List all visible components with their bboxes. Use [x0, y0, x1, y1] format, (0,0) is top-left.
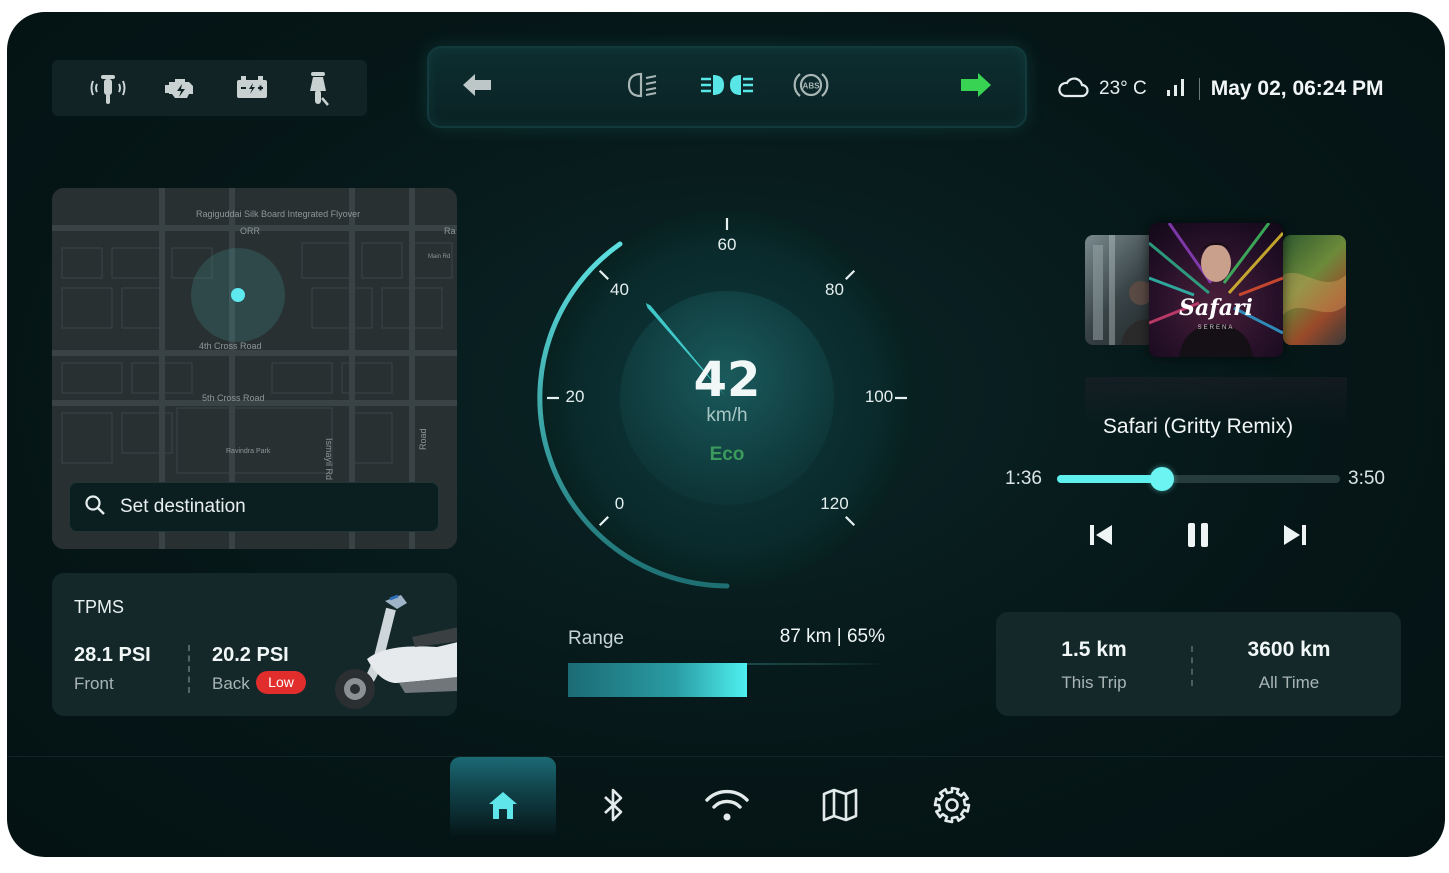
nav-wifi[interactable] — [674, 757, 780, 857]
map-label-main-rd: Main Rd — [428, 254, 451, 260]
map-label-orr: ORR — [240, 226, 260, 236]
dashboard-screen: ABS 23° C May 02, 06:24 PM Ragiguddai Si… — [7, 12, 1445, 857]
gauge-tick-label-60: 60 — [717, 235, 737, 254]
range-value: 87 km | 65% — [779, 626, 885, 647]
arrow-right-icon — [959, 71, 993, 103]
scooter-stand-icon — [304, 68, 332, 108]
wifi-icon — [704, 788, 750, 826]
map-label-flyover: Ragiguddai Silk Board Integrated Flyover — [196, 209, 361, 219]
map-label-ismayil: Ismayil Rd — [324, 438, 334, 481]
trip-distance: 1.5 km — [1061, 638, 1127, 661]
skip-next-icon — [1281, 523, 1309, 551]
settings-icon — [932, 785, 972, 829]
cloud-icon — [1057, 75, 1089, 103]
tpms-divider — [188, 645, 190, 693]
album-cover-next[interactable] — [1283, 235, 1346, 345]
seek-bar[interactable] — [1057, 467, 1340, 491]
parking-light-icon — [699, 71, 755, 103]
engine-warning-icon — [163, 72, 199, 104]
tpms-title: TPMS — [74, 597, 125, 617]
album-artist-text: SERENA — [1198, 325, 1235, 331]
total-distance-label: All Time — [1258, 673, 1320, 692]
tpms-card: TPMS 28.1 PSI Front 20.2 PSI Back Low — [52, 573, 457, 716]
speed-unit: km/h — [706, 405, 748, 426]
destination-search[interactable]: Set destination — [69, 482, 439, 532]
map-label-ra: Ra — [444, 226, 456, 236]
total-distance: 3600 km — [1247, 638, 1331, 661]
scooter-illustration — [335, 594, 457, 709]
trip-divider — [1191, 646, 1193, 686]
range-label: Range — [568, 628, 624, 649]
search-icon — [84, 494, 106, 520]
search-placeholder: Set destination — [120, 496, 246, 517]
arrow-left-icon — [461, 72, 493, 102]
vehicle-status-group — [52, 60, 367, 116]
total-time: 3:50 — [1348, 468, 1385, 489]
pause-button[interactable] — [1178, 517, 1218, 557]
status-divider — [1198, 78, 1200, 100]
home-icon — [486, 789, 520, 825]
back-tire-pressure: 20.2 PSI — [212, 644, 289, 666]
gauge-tick-label-100: 100 — [864, 387, 894, 406]
album-cover-current[interactable]: Safari SERENA — [1149, 223, 1283, 357]
nav-map[interactable] — [787, 757, 893, 857]
gauge-tick-label-40: 40 — [610, 279, 629, 299]
drive-mode: Eco — [709, 444, 745, 465]
map-label-road: Road — [418, 428, 428, 450]
map-icon — [821, 788, 859, 826]
front-tire-label: Front — [74, 674, 114, 693]
song-title: Safari (Gritty Remix) — [1102, 415, 1294, 438]
map-label-park: Ravindra Park — [226, 448, 271, 455]
gauge-tick-label-20: 20 — [565, 387, 585, 406]
map-label-5th-cross: 5th Cross Road — [202, 393, 265, 403]
elapsed-time: 1:36 — [1005, 468, 1042, 489]
signal-strength-icon — [1165, 76, 1187, 102]
battery-charge-icon — [234, 73, 270, 103]
front-tire-pressure: 28.1 PSI — [74, 644, 151, 666]
map-card[interactable]: Ragiguddai Silk Board Integrated Flyover… — [52, 188, 457, 549]
temperature-readout: 23° C — [1099, 78, 1147, 99]
trip-odometer-card: 1.5 km This Trip 3600 km All Time — [996, 612, 1401, 716]
gauge-tick-label-120: 120 — [820, 494, 849, 514]
nav-bluetooth[interactable] — [561, 757, 667, 857]
previous-track-button[interactable] — [1081, 517, 1121, 557]
trip-label: This Trip — [1061, 673, 1127, 692]
motorcycle-signal-icon — [87, 69, 129, 107]
map-label-4th-cross: 4th Cross Road — [199, 341, 262, 351]
back-tire-label: Back — [212, 674, 250, 693]
skip-previous-icon — [1087, 523, 1115, 551]
range-fill-bar — [568, 663, 748, 697]
nav-settings[interactable] — [899, 757, 1005, 857]
indicator-bar: ABS — [427, 46, 1027, 128]
bluetooth-icon — [600, 786, 628, 828]
gauge-tick-label-0: 0 — [614, 494, 625, 514]
pause-icon — [1185, 521, 1211, 553]
seek-handle[interactable] — [1149, 467, 1174, 491]
nav-home[interactable] — [450, 757, 556, 857]
abs-icon: ABS — [793, 68, 829, 106]
next-track-button[interactable] — [1275, 517, 1315, 557]
tire-low-badge: Low — [256, 671, 306, 694]
speed-value: 42 — [693, 352, 761, 408]
low-beam-icon — [625, 70, 661, 104]
album-title-text: Safari — [1179, 295, 1253, 321]
gauge-tick-label-80: 80 — [825, 279, 844, 299]
top-status-bar: 23° C May 02, 06:24 PM — [1057, 74, 1384, 104]
seek-bar-fill — [1057, 475, 1162, 483]
abs-label: ABS — [803, 82, 821, 91]
date-time: May 02, 06:24 PM — [1210, 77, 1384, 100]
